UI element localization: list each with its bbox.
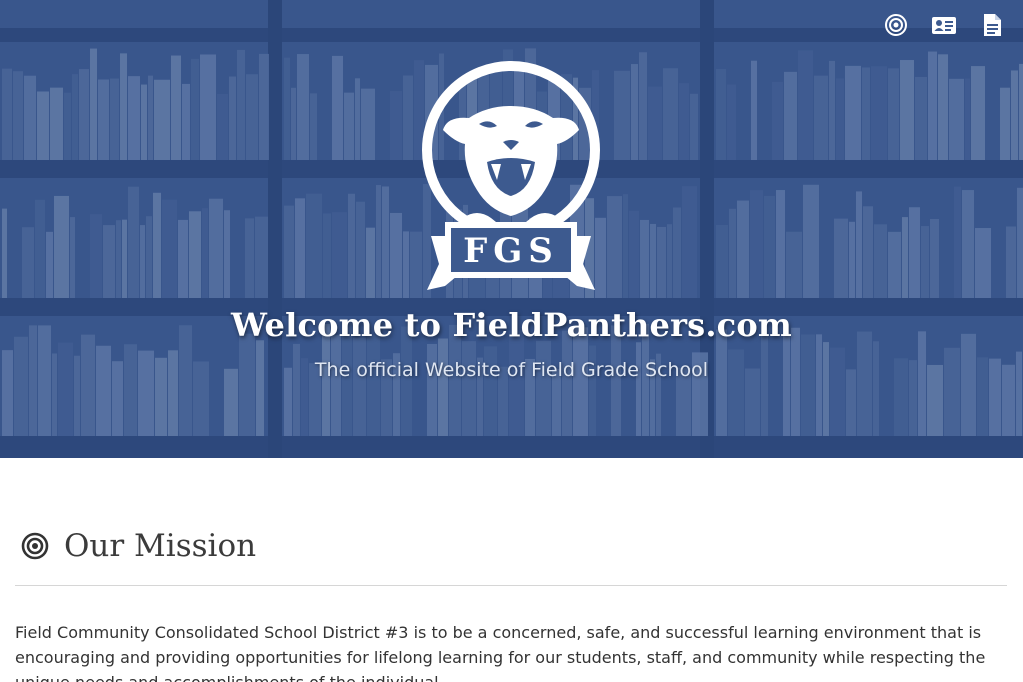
document-icon[interactable] [979, 12, 1005, 38]
mission-title: Our Mission [64, 528, 257, 564]
mission-heading: Our Mission [20, 524, 256, 568]
target-icon[interactable] [883, 12, 909, 38]
panther-logo: FGS [422, 61, 600, 290]
page-subtitle: The official Website of Field Grade Scho… [314, 359, 709, 381]
target-icon [21, 532, 49, 560]
logo-text: FGS [463, 231, 559, 271]
id-card-icon[interactable] [931, 12, 957, 38]
mission-text: Field Community Consolidated School Dist… [15, 623, 986, 682]
top-navigation [883, 12, 1005, 38]
hero-banner: FGS Welcome to FieldPanthers.com The off… [0, 0, 1023, 458]
divider [15, 585, 1007, 586]
page-title: Welcome to FieldPanthers.com [231, 306, 792, 344]
